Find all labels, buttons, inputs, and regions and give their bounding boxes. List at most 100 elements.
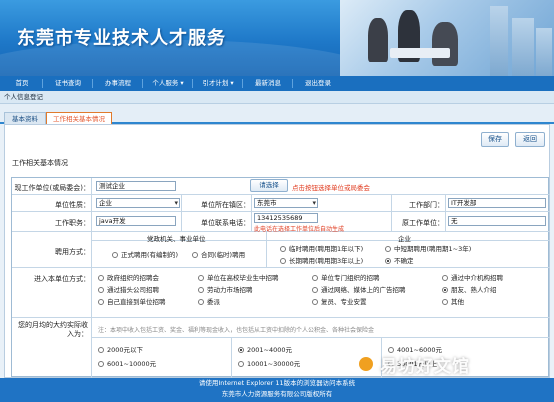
entry-option[interactable]: 复员、专业安置 — [312, 296, 367, 306]
district-label: 单位所在镇区： — [201, 201, 250, 209]
radio-icon — [198, 287, 204, 293]
income-label: 您的月均的大约实际收入为： — [18, 321, 88, 338]
entry-label: 进入本单位方式： — [34, 275, 90, 283]
phone-input[interactable]: 13412535689 — [254, 213, 318, 223]
nav-talent-plan[interactable]: 引才计划 ▾ — [196, 76, 240, 91]
income-option[interactable]: 6001~10000元 — [98, 358, 156, 368]
footer-copyright: 东莞市人力资源服务有限公司版权所有 — [221, 390, 333, 398]
nav-divider — [142, 79, 143, 88]
entry-option[interactable]: 政府组织的招聘会 — [98, 272, 159, 282]
unit-label: 现工作单位(或局委会)： — [14, 184, 90, 192]
nav-news[interactable]: 最新消息 — [246, 76, 290, 91]
person-figure — [368, 18, 388, 62]
hire-group-public: 党政机关、事业单位 — [147, 235, 206, 243]
radio-icon — [280, 258, 286, 264]
nature-label: 单位性质： — [55, 201, 90, 209]
post-input[interactable]: java开发 — [96, 216, 176, 226]
entry-option[interactable]: 劳动力市场招聘 — [198, 284, 253, 294]
radio-icon — [312, 299, 318, 305]
nav-divider — [192, 79, 193, 88]
tab-basic-info[interactable]: 基本资料 — [4, 112, 46, 124]
hire-option[interactable]: 正式聘用(有编制的) — [112, 249, 178, 259]
radio-icon — [385, 246, 391, 252]
entry-option-selected[interactable]: 朋友、熟人介绍 — [442, 284, 497, 294]
radio-icon — [98, 347, 104, 353]
radio-icon — [312, 275, 318, 281]
radio-icon — [198, 299, 204, 305]
site-title: 东莞市专业技术人才服务 — [17, 28, 226, 49]
entry-option[interactable]: 通过网络、媒体上的广告招聘 — [312, 284, 406, 294]
radio-icon — [98, 361, 104, 367]
radio-icon — [280, 246, 286, 252]
nav-personal-service[interactable]: 个人服务 ▾ — [146, 76, 190, 91]
nav-divider — [42, 79, 43, 88]
entry-option[interactable]: 单位专门组织的招聘 — [312, 272, 380, 282]
orig-unit-input[interactable]: 无 — [448, 216, 546, 226]
section-title: 工作相关基本情况 — [12, 159, 68, 167]
tab-work-info[interactable]: 工作相关基本情况 — [46, 112, 112, 124]
building-graphic — [512, 18, 534, 76]
post-label: 工作职务： — [55, 219, 90, 227]
radio-checked-icon — [385, 258, 391, 264]
laptop-graphic — [390, 48, 450, 58]
entry-option[interactable]: 单位在高校毕业生中招聘 — [198, 272, 279, 282]
entry-option[interactable]: 委派 — [198, 296, 220, 306]
radio-icon — [98, 275, 104, 281]
radio-icon — [98, 299, 104, 305]
district-value: 东莞市 — [257, 199, 277, 207]
nav-divider — [92, 79, 93, 88]
nature-select[interactable]: 企业 — [96, 198, 180, 208]
radio-icon — [112, 252, 118, 258]
footer: 请使用Internet Explorer 11版本的浏览器访问本系统 东莞市人力… — [0, 378, 554, 402]
dept-label: 工作部门： — [409, 201, 444, 209]
person-figure — [432, 22, 458, 66]
banner-photo — [340, 0, 554, 76]
orig-unit-label: 原工作单位： — [402, 219, 444, 227]
income-note: 注：本项中收入包括工资、奖金、福利等现金收入，也包括从工资中扣除的个人公积金、各… — [98, 327, 375, 334]
hire-option-selected[interactable]: 不确定 — [385, 255, 414, 265]
income-option-selected[interactable]: 2001~4000元 — [238, 344, 292, 354]
nav-process[interactable]: 办事流程 — [96, 76, 140, 91]
radio-icon — [442, 299, 448, 305]
building-graphic — [536, 28, 552, 76]
radio-icon — [198, 275, 204, 281]
hire-option[interactable]: 临时聘用(聘用期1年以下) — [280, 243, 363, 253]
hire-option[interactable]: 合同(临时)聘用 — [192, 249, 245, 259]
radio-checked-icon — [442, 287, 448, 293]
form-panel: 保存 返回 工作相关基本情况 现工作单位(或局委会)： 测试企业 请选择 点击按… — [4, 124, 550, 378]
hire-option[interactable]: 中短期聘用(聘用期1~3年) — [385, 243, 471, 253]
watermark-text: 易坊好文馆 — [380, 357, 470, 377]
radio-checked-icon — [238, 347, 244, 353]
income-option[interactable]: 2000元以下 — [98, 344, 143, 354]
entry-option[interactable]: 其他 — [442, 296, 464, 306]
nav-divider — [242, 79, 243, 88]
back-button[interactable]: 返回 — [515, 132, 545, 147]
radio-icon — [442, 275, 448, 281]
hire-option[interactable]: 长期聘用(聘用期3年以上) — [280, 255, 363, 265]
phone-label: 单位联系电话： — [201, 219, 250, 227]
entry-option[interactable]: 通过猎头公司招聘 — [98, 284, 159, 294]
tab-bar: 基本资料 工作相关基本情况 — [0, 104, 554, 124]
footer-browser-notice: 请使用Internet Explorer 11版本的浏览器访问本系统 — [198, 379, 356, 387]
nature-value: 企业 — [99, 199, 112, 207]
dept-input[interactable]: IT开发部 — [448, 198, 546, 208]
building-graphic — [490, 6, 508, 76]
hire-label: 聘用方式： — [55, 248, 90, 256]
entry-option[interactable]: 通过中介机构招聘 — [442, 272, 503, 282]
nav-logout[interactable]: 退出登录 — [296, 76, 340, 91]
radio-icon — [312, 287, 318, 293]
unit-input[interactable]: 测试企业 — [96, 181, 176, 191]
nav-divider — [292, 79, 293, 88]
nav-cert-query[interactable]: 证书查询 — [46, 76, 90, 91]
breadcrumb: 个人信息登记 — [0, 91, 554, 104]
choose-unit-button[interactable]: 请选择 — [250, 179, 288, 192]
unit-hint: 点击按钮选择单位或局委会 — [292, 184, 370, 192]
entry-option[interactable]: 自己直接到单位招聘 — [98, 296, 166, 306]
radio-icon — [98, 287, 104, 293]
income-option[interactable]: 10001~30000元 — [238, 358, 300, 368]
save-button[interactable]: 保存 — [481, 132, 509, 147]
hire-group-enterprise: 企业 — [398, 235, 411, 243]
district-select[interactable]: 东莞市 — [254, 198, 318, 208]
radio-icon — [238, 361, 244, 367]
nav-home[interactable]: 首页 — [4, 76, 40, 91]
